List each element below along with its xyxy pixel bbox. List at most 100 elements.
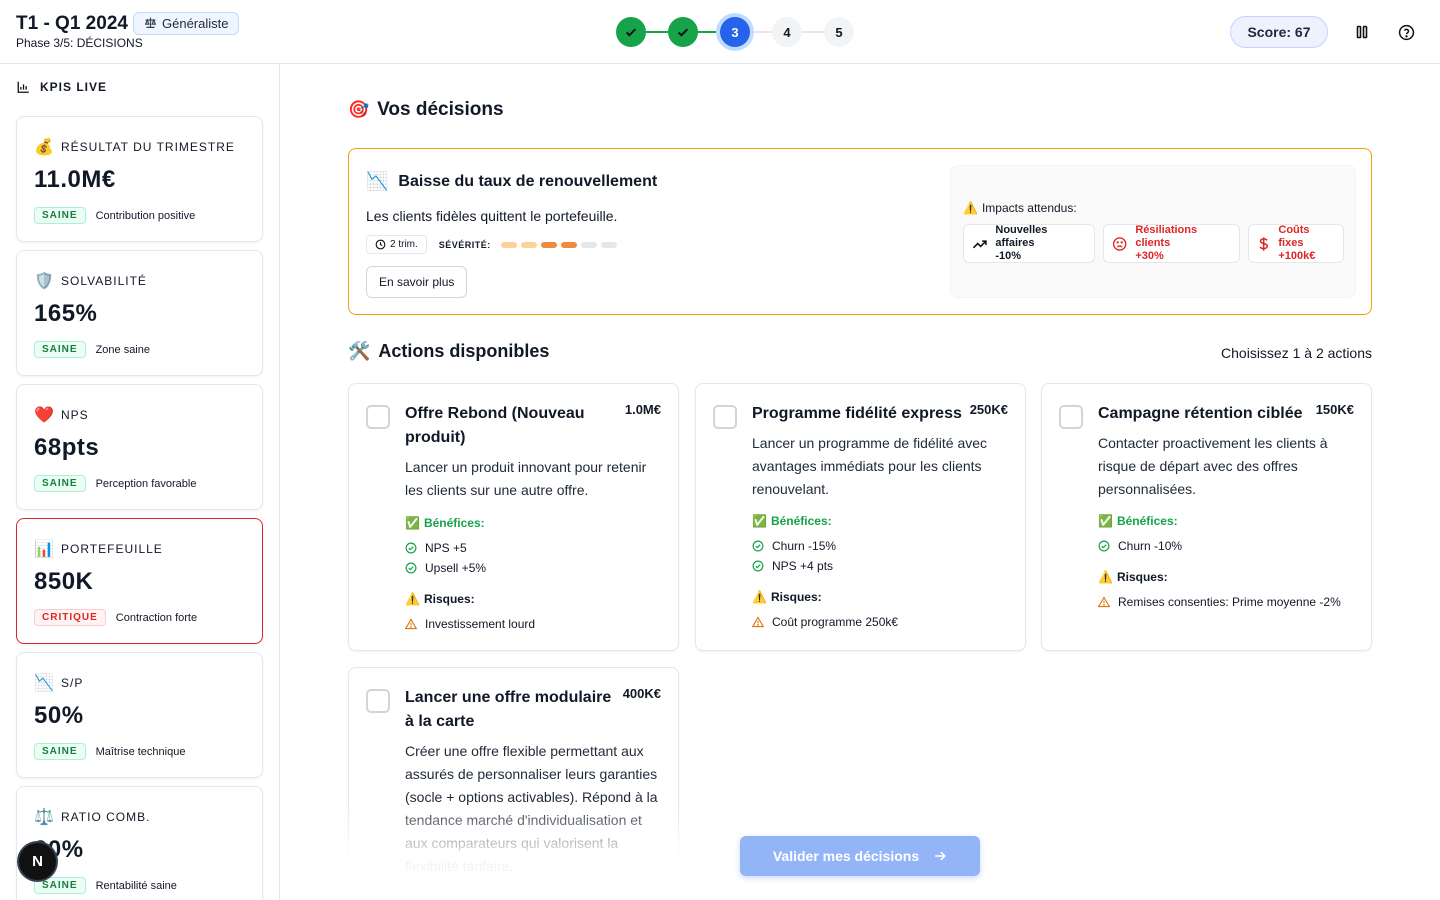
action-cost: 250K€ bbox=[969, 402, 1008, 417]
risk-text: Coût programme 250k€ bbox=[772, 615, 899, 629]
tools-icon: 🛠️ bbox=[348, 341, 371, 361]
risk-item: Investissement lourd bbox=[405, 617, 535, 631]
top-bar: T1 - Q1 2024 Généraliste Phase 3/5: DÉCI… bbox=[0, 0, 1440, 64]
risks-heading: ⚠️ Risques: bbox=[1098, 570, 1168, 584]
step-4[interactable]: 4 bbox=[772, 17, 802, 47]
heart-icon: ❤️ bbox=[34, 407, 55, 424]
user-avatar[interactable]: N bbox=[19, 843, 56, 880]
impact-value: +100k€ bbox=[1278, 250, 1316, 262]
money-bag-icon: 💰 bbox=[34, 139, 55, 156]
kpi-card-sp[interactable]: 📉 S/P 50% SAINE Maîtrise technique bbox=[16, 652, 263, 778]
status-badge: SAINE bbox=[34, 207, 86, 224]
check-circle-icon bbox=[405, 542, 417, 554]
action-title: Lancer une offre modulaire à la carte bbox=[405, 689, 612, 730]
action-card-retention-ciblee[interactable]: Campagne rétention ciblée 150K€ Contacte… bbox=[1041, 383, 1372, 651]
benefit-item: Upsell +5% bbox=[405, 561, 486, 575]
benefit-text: NPS +4 pts bbox=[772, 559, 834, 573]
kpi-note: Perception favorable bbox=[95, 477, 197, 490]
benefits-label: Bénéfices: bbox=[1116, 514, 1178, 528]
warning-icon: ⚠️ bbox=[752, 590, 767, 604]
action-card-offre-rebond[interactable]: Offre Rebond (Nouveau produit) 1.0M€ Lan… bbox=[348, 383, 679, 651]
action-description: Lancer un programme de fidélité avec ava… bbox=[752, 435, 988, 497]
help-button[interactable] bbox=[1394, 20, 1418, 44]
step-3[interactable]: 3 bbox=[720, 17, 750, 47]
benefit-text: Upsell +5% bbox=[425, 561, 487, 575]
event-description: Les clients fidèles quittent le portefeu… bbox=[366, 208, 618, 224]
kpi-note: Maîtrise technique bbox=[95, 745, 186, 758]
action-cost: 400K€ bbox=[622, 686, 661, 701]
impact-value: -10% bbox=[995, 250, 1022, 262]
scale-icon: ⚖️ bbox=[34, 809, 55, 826]
chart-decreasing-icon: 📉 bbox=[34, 675, 55, 692]
chart-decreasing-icon: 📉 bbox=[366, 171, 389, 191]
event-meta: 2 trim. SÉVÉRITÉ: bbox=[366, 235, 617, 254]
step-2[interactable] bbox=[668, 17, 698, 47]
check-box-icon: ✅ bbox=[1098, 514, 1113, 528]
kpi-card-portefeuille[interactable]: 📊 PORTEFEUILLE 850K CRITIQUE Contraction f… bbox=[16, 518, 263, 644]
impacts-heading: ⚠️ Impacts attendus: bbox=[963, 201, 1077, 215]
action-checkbox[interactable] bbox=[1059, 405, 1083, 429]
profile-label: Généraliste bbox=[162, 16, 229, 31]
step-1[interactable] bbox=[616, 17, 646, 47]
action-description: Contacter proactivement les clients à ri… bbox=[1098, 435, 1328, 497]
risk-text: Remises consenties: Prime moyenne -2% bbox=[1118, 595, 1341, 609]
event-heading: 📉 Baisse du taux de renouvellement bbox=[366, 171, 657, 192]
action-cost: 1.0M€ bbox=[624, 402, 661, 417]
kpi-value: 68pts bbox=[34, 434, 100, 461]
severity-segment bbox=[500, 241, 517, 248]
bar-chart-icon bbox=[17, 81, 29, 93]
trending-up-icon bbox=[972, 239, 987, 248]
validate-label: Valider mes décisions bbox=[772, 848, 920, 864]
action-card-offre-modulaire[interactable]: Lancer une offre modulaire à la carte 40… bbox=[348, 667, 679, 900]
kpi-card-resultat[interactable]: 💰 RÉSULTAT DU TRIMESTRE 11.0M€ SAINE Contr… bbox=[16, 116, 263, 242]
action-card-fidelite-express[interactable]: Programme fidélité express 250K€ Lancer … bbox=[695, 383, 1026, 651]
dollar-icon bbox=[1259, 236, 1268, 251]
benefit-item: Churn -15% bbox=[752, 539, 836, 553]
risks-label: Risques: bbox=[423, 592, 475, 606]
check-circle-icon bbox=[405, 562, 417, 574]
action-description: Lancer un produit innovant pour retenir … bbox=[405, 459, 647, 498]
target-icon: 🎯 bbox=[348, 100, 370, 119]
check-box-icon: ✅ bbox=[405, 516, 420, 530]
pause-button[interactable] bbox=[1350, 20, 1374, 44]
kpi-card-solvabilite[interactable]: 🛡️ SOLVABILITÉ 165% SAINE Zone saine bbox=[16, 250, 263, 376]
duration-chip: 2 trim. bbox=[366, 235, 427, 254]
check-circle-icon bbox=[1098, 540, 1110, 552]
duration-value: 2 trim. bbox=[390, 239, 418, 250]
kpi-note: Contribution positive bbox=[95, 209, 196, 222]
check-icon bbox=[677, 28, 689, 37]
bar-chart-emoji-icon: 📊 bbox=[34, 541, 55, 558]
score-badge: Score: 67 bbox=[1230, 16, 1328, 48]
benefits-label: Bénéfices: bbox=[770, 514, 832, 528]
benefits-heading: ✅ Bénéfices: bbox=[752, 514, 832, 528]
action-checkbox[interactable] bbox=[366, 689, 390, 713]
warning-icon: ⚠️ bbox=[963, 201, 978, 215]
action-description: Créer une offre flexible permettant aux … bbox=[405, 743, 658, 874]
validate-decisions-button[interactable]: Valider mes décisions bbox=[740, 836, 980, 876]
game-title: T1 - Q1 2024 bbox=[16, 13, 128, 34]
learn-more-button[interactable]: En savoir plus bbox=[366, 266, 468, 298]
warning-triangle-icon bbox=[1098, 596, 1110, 608]
benefit-item: NPS +4 pts bbox=[752, 559, 833, 573]
impact-label: Nouvelles affaires bbox=[995, 224, 1048, 249]
kpi-card-nps[interactable]: ❤️ NPS 68pts SAINE Perception favorable bbox=[16, 384, 263, 510]
risks-heading: ⚠️ Risques: bbox=[405, 592, 475, 606]
severity-meter bbox=[500, 241, 617, 248]
kpi-card-ratio-comb[interactable]: ⚖️ RATIO COMB. 90% SAINE Rentabilité saine bbox=[16, 786, 263, 900]
shield-icon: 🛡️ bbox=[34, 273, 55, 290]
kpi-label: RÉSULTAT DU TRIMESTRE bbox=[61, 140, 235, 154]
impact-resiliations: Résiliations clients +30% bbox=[1103, 224, 1240, 263]
kpi-sidebar: KPIS LIVE 💰 RÉSULTAT DU TRIMESTRE 11.0M€ … bbox=[0, 64, 280, 900]
risks-label: Risques: bbox=[1116, 570, 1168, 584]
action-checkbox[interactable] bbox=[713, 405, 737, 429]
kpi-label: RATIO COMB. bbox=[61, 810, 151, 824]
status-badge: SAINE bbox=[34, 341, 86, 358]
actions-title: Actions disponibles bbox=[378, 341, 550, 361]
step-connector bbox=[696, 31, 722, 33]
action-checkbox[interactable] bbox=[366, 405, 390, 429]
actions-hint: Choisissez 1 à 2 actions bbox=[1221, 345, 1372, 361]
check-circle-icon bbox=[752, 560, 764, 572]
step-connector bbox=[800, 31, 826, 33]
impact-label: Coûts fixes bbox=[1278, 224, 1310, 249]
step-5[interactable]: 5 bbox=[824, 17, 854, 47]
